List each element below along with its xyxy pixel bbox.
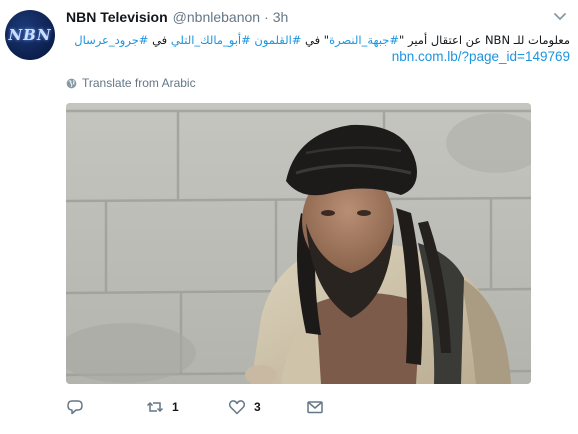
photo-image — [66, 103, 531, 384]
tweet-actions: 1 3 — [66, 397, 526, 417]
chevron-down-icon[interactable] — [553, 12, 567, 22]
retweet-icon — [146, 401, 164, 413]
direct-message-button[interactable] — [306, 397, 324, 417]
globe-icon — [66, 78, 77, 88]
reply-button[interactable] — [66, 397, 84, 417]
hashtag-link[interactable]: #جبهة_النصرة — [329, 33, 399, 47]
retweet-count: 1 — [172, 400, 179, 414]
hashtag-link[interactable]: #القلمون — [254, 33, 301, 47]
translate-label: Translate from Arabic — [82, 76, 196, 90]
avatar-logo-text: NBN — [8, 26, 52, 44]
hashtag-link[interactable]: #أبو_مالك_التلي — [171, 33, 251, 47]
tweet-text-part: في — [148, 33, 171, 47]
tweet-timestamp[interactable]: 3h — [273, 9, 289, 25]
translate-link[interactable]: Translate from Arabic — [66, 76, 196, 90]
reply-icon — [67, 400, 83, 415]
user-handle[interactable]: @nbnlebanon — [173, 9, 260, 25]
tweet-url-link[interactable]: nbn.com.lb/?page_id=149769 — [392, 49, 570, 64]
like-button[interactable]: 3 — [228, 397, 261, 417]
separator-dot: · — [264, 9, 269, 25]
tweet-text: معلومات للـ NBN عن اعتقال أمير "#جبهة_ال… — [70, 29, 570, 51]
tweet-text-part: " في — [301, 33, 330, 47]
envelope-icon — [307, 401, 323, 414]
tweet: NBN NBN Television @nbnlebanon · 3h معلو… — [0, 0, 578, 434]
avatar[interactable]: NBN — [5, 10, 55, 60]
retweet-button[interactable]: 1 — [146, 397, 179, 417]
tweet-header: NBN Television @nbnlebanon · 3h — [66, 9, 288, 27]
display-name[interactable]: NBN Television — [66, 9, 168, 25]
hashtag-link[interactable]: #جرود_عرسال — [74, 33, 148, 47]
tweet-photo[interactable] — [66, 103, 531, 384]
heart-icon — [228, 400, 246, 415]
like-count: 3 — [254, 400, 261, 414]
tweet-text-part: معلومات للـ NBN عن اعتقال أمير " — [399, 33, 570, 47]
